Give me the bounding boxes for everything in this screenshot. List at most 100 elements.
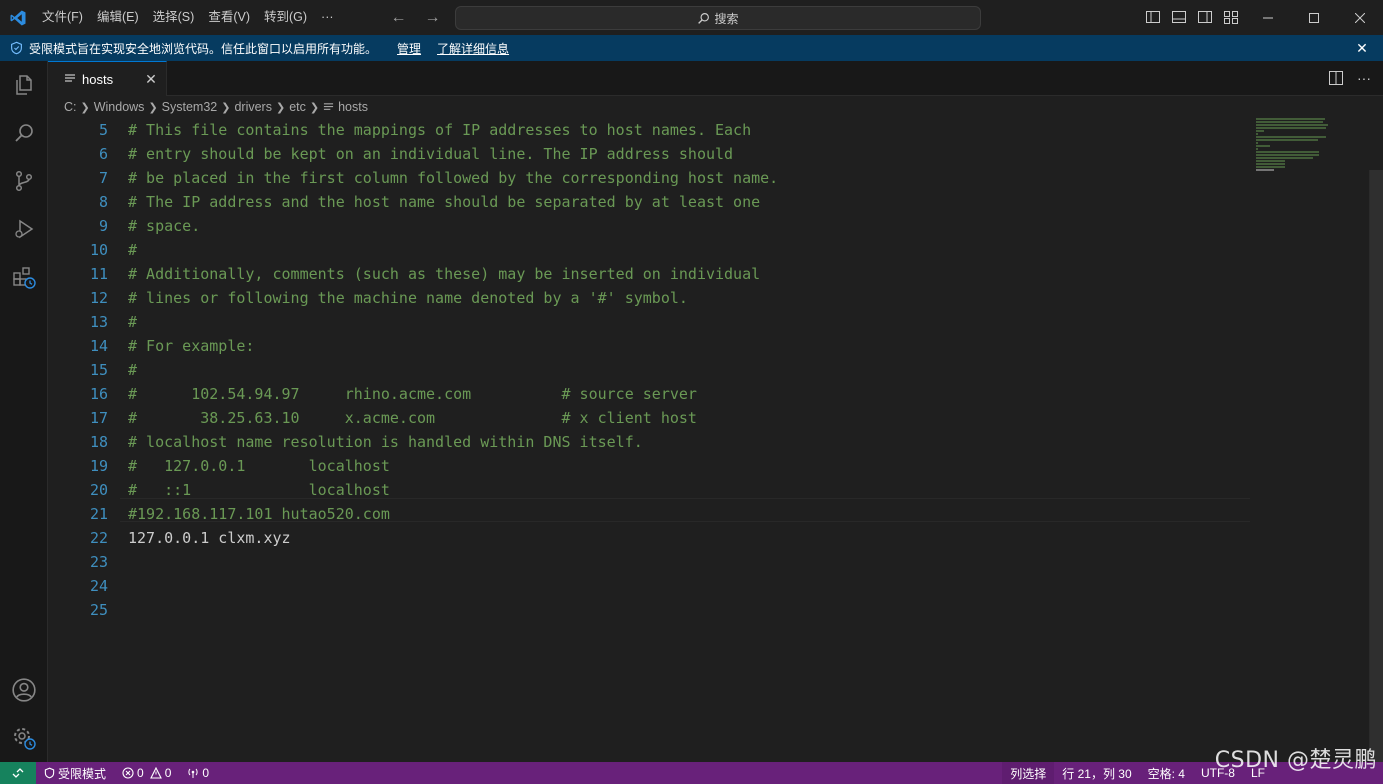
- menu-file[interactable]: 文件(F): [35, 0, 90, 35]
- menu-more[interactable]: ···: [314, 0, 341, 35]
- minimap-line: [1256, 136, 1326, 138]
- code-line[interactable]: # entry should be kept on an individual …: [128, 142, 778, 166]
- tab-hosts[interactable]: hosts ✕: [48, 61, 167, 96]
- code-line[interactable]: #: [128, 310, 778, 334]
- toggle-primary-sidebar-icon[interactable]: [1143, 6, 1163, 28]
- code-editor[interactable]: 5 6 7 8 9 10 11 12 13 14 15 16 17 18 19 20 21 22 23 24 25 # …: [48, 118, 1383, 762]
- breadcrumb-item[interactable]: Windows: [94, 100, 145, 114]
- minimap[interactable]: [1256, 118, 1336, 171]
- run-debug-icon[interactable]: [0, 205, 48, 253]
- cursor-position[interactable]: 行 21，列 30: [1054, 762, 1139, 784]
- code-line[interactable]: # For example:: [128, 334, 778, 358]
- code-line[interactable]: # ::1 localhost: [128, 478, 778, 502]
- minimap-line: [1256, 139, 1318, 141]
- warning-count: 0: [164, 766, 172, 780]
- extensions-icon[interactable]: [0, 253, 48, 301]
- code-line[interactable]: # 127.0.0.1 localhost: [128, 454, 778, 478]
- code-line[interactable]: # space.: [128, 214, 778, 238]
- minimap-line: [1256, 160, 1285, 162]
- minimap-line: [1256, 166, 1285, 168]
- code-line[interactable]: 127.0.0.1 clxm.xyz: [128, 526, 778, 550]
- accounts-icon[interactable]: [0, 666, 48, 714]
- code-line[interactable]: # The IP address and the host name shoul…: [128, 190, 778, 214]
- file-lines-icon: [324, 102, 334, 110]
- minimap-line: [1256, 130, 1264, 132]
- menu-view[interactable]: 查看(V): [201, 0, 257, 35]
- maximize-icon[interactable]: [1291, 0, 1337, 35]
- menu-go[interactable]: 转到(G): [257, 0, 314, 35]
- line-number: 25: [89, 601, 108, 619]
- restricted-mode-status[interactable]: 受限模式: [36, 762, 114, 784]
- breadcrumb-item[interactable]: drivers: [234, 100, 272, 114]
- back-arrow-icon[interactable]: ←: [387, 6, 411, 30]
- vertical-scrollbar[interactable]: [1369, 170, 1383, 762]
- breadcrumb-item[interactable]: System32: [162, 100, 218, 114]
- chevron-right-icon: ❯: [148, 101, 158, 114]
- error-count: 0: [137, 766, 144, 780]
- menu-bar: 文件(F) 编辑(E) 选择(S) 查看(V) 转到(G) ···: [35, 0, 341, 35]
- line-number: 12: [89, 289, 108, 307]
- line-number: 24: [89, 577, 108, 595]
- more-actions-icon[interactable]: ···: [1355, 69, 1373, 87]
- toggle-secondary-sidebar-icon[interactable]: [1195, 6, 1215, 28]
- minimap-line: [1256, 118, 1325, 120]
- explorer-icon[interactable]: [0, 61, 48, 109]
- code-line[interactable]: # lines or following the machine name de…: [128, 286, 778, 310]
- chevron-right-icon: ❯: [275, 101, 286, 114]
- code-line[interactable]: #: [128, 358, 778, 382]
- source-control-icon[interactable]: [0, 157, 48, 205]
- banner-close-icon[interactable]: ✕: [1353, 39, 1371, 57]
- navigation-arrows: ← →: [387, 6, 445, 30]
- line-number: 11: [89, 265, 108, 283]
- code-line[interactable]: # localhost name resolution is handled w…: [128, 430, 778, 454]
- problems-status[interactable]: 0 0: [114, 762, 179, 784]
- menu-selection[interactable]: 选择(S): [146, 0, 202, 35]
- indentation[interactable]: 空格: 4: [1140, 762, 1193, 784]
- editor-actions: ···: [1327, 69, 1373, 87]
- breadcrumb-item-current[interactable]: hosts: [338, 100, 368, 114]
- code-line[interactable]: [128, 598, 778, 622]
- breadcrumb-item[interactable]: etc: [289, 100, 306, 114]
- customize-layout-icon[interactable]: [1221, 6, 1241, 28]
- restricted-mode-banner: 受限模式旨在实现安全地浏览代码。信任此窗口以启用所有功能。 管理 了解详细信息 …: [0, 35, 1383, 61]
- line-number: 10: [89, 241, 108, 259]
- code-line[interactable]: # This file contains the mappings of IP …: [128, 118, 778, 142]
- code-lines[interactable]: # This file contains the mappings of IP …: [128, 118, 778, 622]
- toggle-panel-icon[interactable]: [1169, 6, 1189, 28]
- search-view-icon[interactable]: [0, 109, 48, 157]
- banner-learn-more-link[interactable]: 了解详细信息: [437, 40, 509, 57]
- close-window-icon[interactable]: [1337, 0, 1383, 35]
- code-line[interactable]: # 102.54.94.97 rhino.acme.com # source s…: [128, 382, 778, 406]
- code-line[interactable]: # 38.25.63.10 x.acme.com # x client host: [128, 406, 778, 430]
- line-number: 15: [89, 361, 108, 379]
- column-selection-mode[interactable]: 列选择: [1002, 762, 1055, 784]
- ports-status[interactable]: 0: [179, 762, 217, 784]
- code-line[interactable]: [128, 574, 778, 598]
- line-number: 5: [98, 121, 108, 139]
- minimap-line: [1256, 157, 1313, 159]
- code-line[interactable]: # Additionally, comments (such as these)…: [128, 262, 778, 286]
- error-icon: [122, 767, 134, 779]
- banner-manage-link[interactable]: 管理: [397, 40, 421, 57]
- tab-close-icon[interactable]: ✕: [142, 70, 160, 88]
- shield-icon: [44, 767, 55, 779]
- line-number: 6: [98, 145, 108, 163]
- menu-edit[interactable]: 编辑(E): [90, 0, 146, 35]
- breadcrumb: C: ❯ Windows ❯ System32 ❯ drivers ❯ etc …: [48, 96, 1383, 118]
- remote-indicator-icon[interactable]: [0, 762, 36, 784]
- minimap-line: [1256, 121, 1323, 123]
- command-center-search[interactable]: 搜索: [455, 6, 981, 30]
- line-number: 17: [89, 409, 108, 427]
- forward-arrow-icon[interactable]: →: [421, 6, 445, 30]
- line-number: 22: [89, 529, 108, 547]
- minimap-line: [1256, 133, 1258, 135]
- breadcrumb-item[interactable]: C:: [64, 100, 77, 114]
- code-line[interactable]: [128, 550, 778, 574]
- minimap-line: [1256, 169, 1274, 171]
- minimize-icon[interactable]: [1245, 0, 1291, 35]
- split-editor-icon[interactable]: [1327, 69, 1345, 87]
- settings-gear-icon[interactable]: [0, 714, 48, 762]
- code-line[interactable]: #: [128, 238, 778, 262]
- code-line[interactable]: #192.168.117.101 hutao520.com: [128, 502, 778, 526]
- code-line[interactable]: # be placed in the first column followed…: [128, 166, 778, 190]
